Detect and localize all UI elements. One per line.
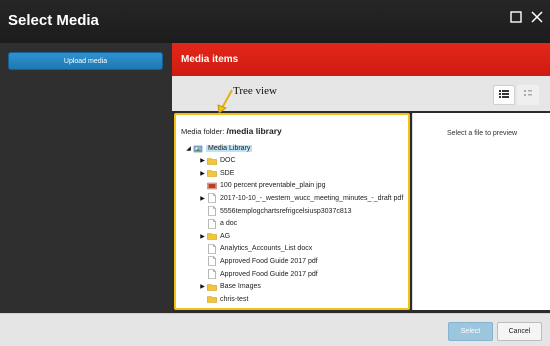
title-bar: Select Media [0, 0, 550, 43]
tree-item[interactable]: a doc [198, 218, 237, 230]
list-view-icon [499, 89, 509, 101]
expand-arrow-icon[interactable]: ▶ [198, 168, 207, 178]
tree-view-annotation: Tree view [233, 85, 277, 97]
document-icon [207, 206, 217, 216]
list-view-button[interactable] [493, 85, 515, 105]
select-button[interactable]: Select [448, 322, 493, 341]
tree-item[interactable]: ▶ Constitutional Offices [198, 306, 286, 310]
tree-item[interactable]: Approved Food Guide 2017 pdf [198, 268, 318, 280]
tree-item-label[interactable]: Approved Food Guide 2017 pdf [220, 271, 318, 278]
left-pane: Upload media [0, 43, 172, 313]
tree-item[interactable]: 100 percent preventable_plain jpg [198, 180, 325, 192]
document-icon [207, 269, 217, 279]
document-icon [207, 193, 217, 204]
details-view-icon [523, 89, 533, 101]
tree-item[interactable]: Approved Food Guide 2017 pdf [198, 255, 318, 267]
folder-icon [207, 231, 217, 241]
tree-item-label[interactable]: Constitutional Offices [220, 308, 286, 310]
close-icon[interactable] [530, 10, 544, 24]
tree-item[interactable]: ▶ SDE [198, 167, 234, 179]
tree-item-label[interactable]: Approved Food Guide 2017 pdf [220, 258, 318, 265]
tree-item[interactable]: ▶ DOC [198, 155, 236, 167]
media-items-header: Media items [172, 43, 550, 76]
image-file-icon [207, 181, 217, 191]
tree-item-label[interactable]: SDE [220, 170, 234, 177]
expand-arrow-icon[interactable]: ▶ [198, 231, 207, 241]
expand-arrow-icon[interactable]: ▶ [198, 282, 207, 292]
details-view-button[interactable] [517, 85, 539, 105]
media-folder-label: Media folder: /media library [181, 126, 282, 136]
tree-item-label[interactable]: 100 percent preventable_plain jpg [220, 182, 325, 189]
cancel-button[interactable]: Cancel [497, 322, 542, 341]
preview-panel: Select a file to preview [412, 113, 550, 310]
tree-item[interactable]: ◢ Media Library [184, 142, 253, 154]
library-root-icon [193, 143, 203, 153]
folder-icon [207, 294, 217, 304]
tree-item-label[interactable]: Base Images [220, 283, 261, 290]
document-icon [207, 256, 217, 267]
folder-icon [207, 156, 217, 166]
tree-item-label[interactable]: chris-test [220, 296, 248, 303]
document-icon [207, 218, 217, 229]
expand-arrow-icon[interactable]: ▶ [198, 193, 207, 203]
tree-item-label[interactable]: AG [220, 233, 230, 240]
tree-item[interactable]: ▶ Base Images [198, 281, 261, 293]
tree-item[interactable]: 5556templogchartsrefrigcelsiusp3037c813 [198, 205, 352, 217]
media-toolbar: Tree view [172, 76, 550, 114]
media-folder-path: /media library [226, 126, 282, 136]
tree-item[interactable]: chris-test [198, 293, 248, 305]
media-folder-caption: Media folder: [181, 127, 225, 136]
tree-item[interactable]: Analytics_Accounts_List docx [198, 243, 312, 255]
collapse-arrow-icon[interactable]: ◢ [184, 143, 193, 153]
folder-icon [207, 168, 217, 178]
document-icon [207, 243, 217, 254]
tree-item-label[interactable]: 2017-10-10_-_western_wucc_meeting_minute… [220, 195, 403, 202]
expand-arrow-icon[interactable]: ▶ [198, 307, 207, 308]
upload-media-button[interactable]: Upload media [8, 52, 163, 70]
folder-icon [207, 307, 217, 308]
expand-arrow-icon[interactable]: ▶ [198, 156, 207, 166]
folder-icon [207, 282, 217, 292]
media-tree-panel: Media folder: /media library ◢ Media Libr… [174, 113, 410, 310]
tree-item[interactable]: ▶ 2017-10-10_-_western_wucc_meeting_minut… [198, 192, 403, 204]
tree-item-label[interactable]: DOC [220, 157, 236, 164]
tree-item-label[interactable]: a doc [220, 220, 237, 227]
preview-placeholder: Select a file to preview [447, 130, 518, 137]
tree-item-label[interactable]: Media Library [206, 144, 253, 152]
media-items-title: Media items [181, 54, 239, 65]
dialog-footer: Select Cancel [0, 313, 550, 346]
dialog-title: Select Media [8, 12, 99, 29]
maximize-icon[interactable] [509, 10, 523, 24]
tree-item-label[interactable]: Analytics_Accounts_List docx [220, 245, 312, 252]
tree-item[interactable]: ▶ AG [198, 230, 230, 242]
tree-item-label[interactable]: 5556templogchartsrefrigcelsiusp3037c813 [220, 208, 352, 215]
